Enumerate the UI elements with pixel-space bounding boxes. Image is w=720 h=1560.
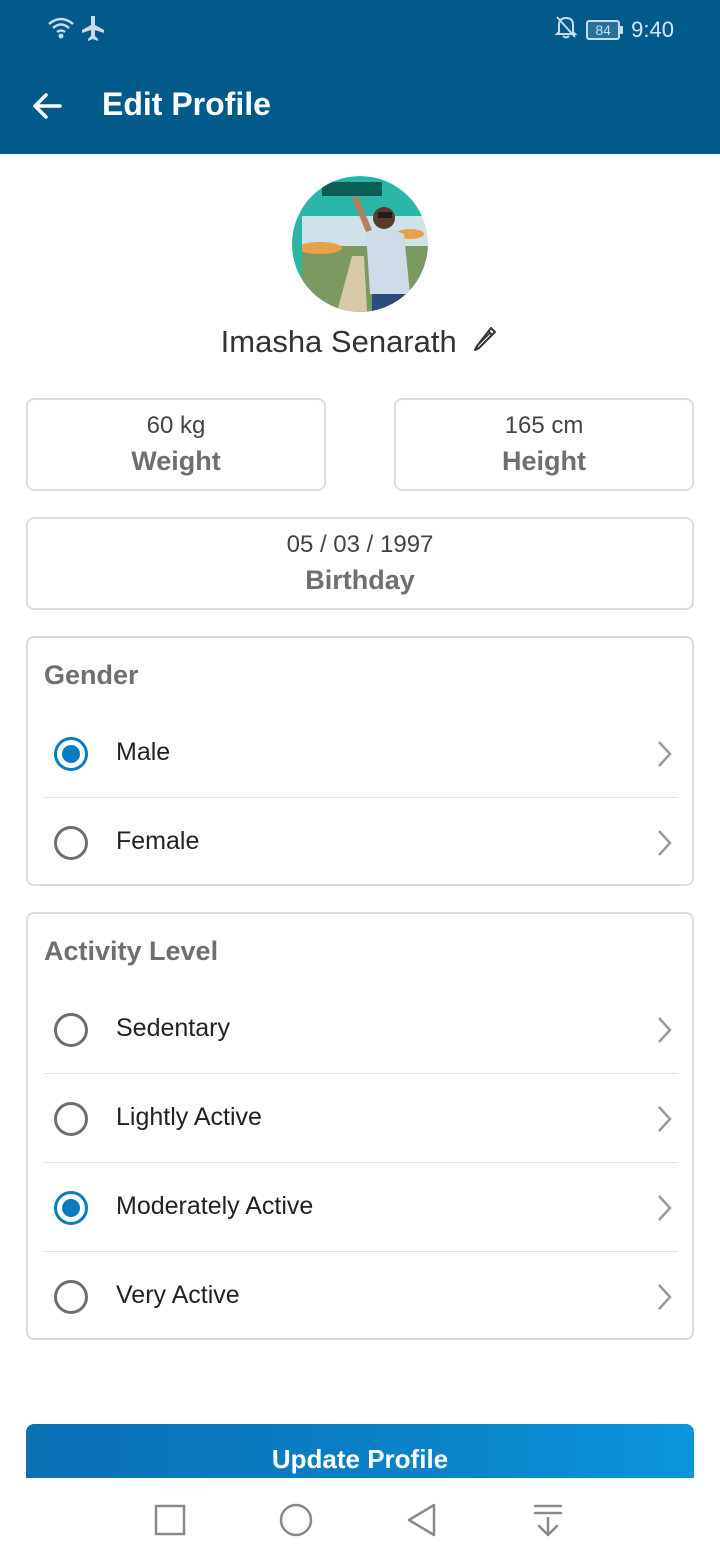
chevron-right-icon (658, 830, 672, 856)
back-nav-button[interactable] (400, 1498, 444, 1542)
airplane-icon (80, 14, 106, 47)
radio-unselected-icon[interactable] (54, 1102, 88, 1136)
arrow-left-icon (33, 93, 62, 119)
battery-level: 84 (586, 20, 621, 40)
gender-title: Gender (44, 660, 139, 690)
recent-apps-icon (154, 1504, 186, 1536)
activity-option-moderately-active[interactable]: Moderately Active (44, 1164, 678, 1252)
wifi-icon (46, 14, 76, 47)
status-right: 84 9:40 (554, 14, 674, 46)
radio-unselected-icon[interactable] (54, 1280, 88, 1314)
birthday-label: Birthday (305, 565, 415, 595)
weight-value: 60 kg (146, 412, 206, 439)
option-label: Very Active (116, 1281, 240, 1309)
birthday-value: 05 / 03 / 1997 (286, 531, 434, 558)
chevron-right-icon (658, 1284, 672, 1310)
gender-card: Gender Male Female (26, 636, 694, 886)
home-button[interactable] (274, 1498, 318, 1542)
home-icon (279, 1503, 313, 1537)
height-field[interactable]: 165 cm Height (394, 398, 694, 491)
avatar[interactable] (292, 176, 428, 312)
weight-field[interactable]: 60 kg Weight (26, 398, 326, 491)
profile-photo (292, 176, 428, 312)
activity-option-lightly-active[interactable]: Lightly Active (44, 1075, 678, 1163)
chevron-right-icon (658, 1106, 672, 1132)
clock: 9:40 (631, 17, 674, 42)
radio-selected-icon[interactable] (54, 737, 88, 771)
pencil-icon[interactable] (471, 324, 499, 360)
activity-title: Activity Level (44, 936, 219, 966)
radio-unselected-icon[interactable] (54, 826, 88, 860)
notification-pull-button[interactable] (526, 1498, 570, 1542)
birthday-field[interactable]: 05 / 03 / 1997 Birthday (26, 517, 694, 610)
option-label: Sedentary (116, 1014, 230, 1042)
gender-option-female[interactable]: Female (44, 799, 678, 887)
activity-card: Activity Level Sedentary Lightly Active … (26, 912, 694, 1340)
option-label: Moderately Active (116, 1192, 314, 1220)
bell-off-icon (554, 14, 578, 46)
profile-name-row: Imasha Senarath (0, 322, 720, 360)
app-bar: Edit Profile (0, 56, 720, 154)
weight-label: Weight (131, 446, 221, 476)
chevron-right-icon (658, 1017, 672, 1043)
status-left (46, 14, 106, 47)
chevron-right-icon (658, 741, 672, 767)
back-triangle-icon (407, 1503, 436, 1537)
back-button[interactable] (28, 86, 68, 126)
chevron-right-icon (658, 1195, 672, 1221)
page-title: Edit Profile (102, 86, 271, 122)
option-label: Female (116, 827, 200, 855)
profile-name: Imasha Senarath (220, 323, 457, 359)
option-label: Male (116, 738, 171, 766)
option-label: Lightly Active (116, 1103, 262, 1131)
radio-selected-icon[interactable] (54, 1191, 88, 1225)
battery-icon: 84 (586, 20, 624, 40)
gender-option-male[interactable]: Male (44, 710, 678, 798)
status-bar: 84 9:40 (0, 0, 720, 56)
activity-option-very-active[interactable]: Very Active (44, 1253, 678, 1341)
system-nav-bar (0, 1478, 720, 1560)
height-value: 165 cm (504, 412, 584, 439)
radio-unselected-icon[interactable] (54, 1013, 88, 1047)
recent-apps-button[interactable] (148, 1498, 192, 1542)
notification-pull-icon (533, 1504, 563, 1537)
activity-option-sedentary[interactable]: Sedentary (44, 986, 678, 1074)
height-label: Height (502, 446, 586, 476)
